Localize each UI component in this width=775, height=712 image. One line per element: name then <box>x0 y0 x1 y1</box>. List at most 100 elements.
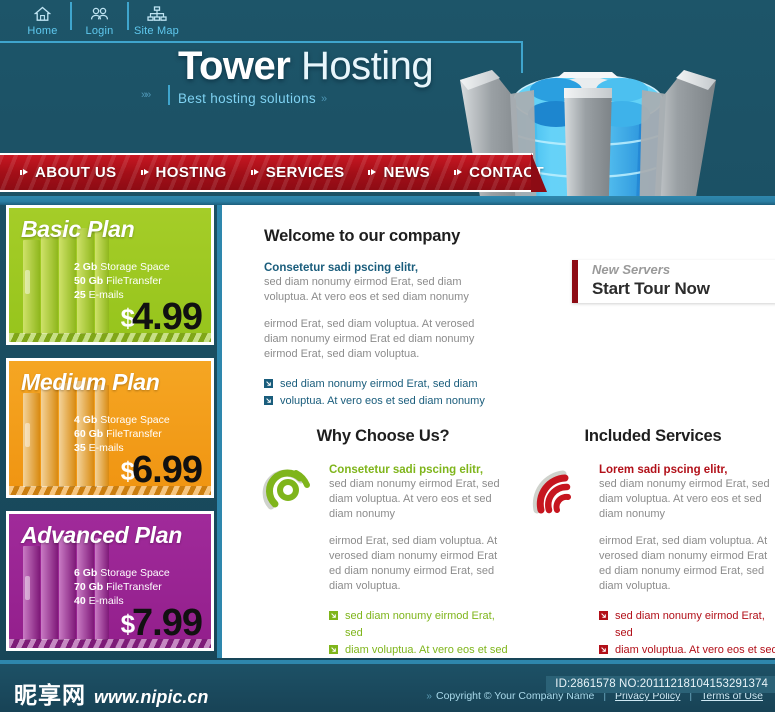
nav-item-label: NEWS <box>383 164 431 181</box>
site-watermark: 昵享网 www.nipic.cn <box>14 676 208 710</box>
why-title: Why Choose Us? <box>316 427 450 445</box>
why-choose-us-section: Why Choose Us? Consetetur sadi pscing el… <box>257 427 509 659</box>
list-item[interactable]: sed diam nonumy eirmod Erat, sed <box>599 608 775 642</box>
nav-arrow-icon <box>454 169 463 176</box>
plan-spec-storage: 2 Gb Storage Space <box>74 261 170 273</box>
plan-price: $7.99 <box>121 602 203 644</box>
plan-card-advanced[interactable]: Advanced Plan 6 Gb Storage Space 70 Gb F… <box>6 511 214 651</box>
plan-title: Advanced Plan <box>21 522 182 548</box>
brand-chevron-right: » <box>320 92 327 105</box>
list-item[interactable]: voluptua. At vero eos et sed diam nonumy <box>264 393 486 410</box>
welcome-title: Welcome to our company <box>264 227 461 245</box>
plan-title: Basic Plan <box>21 216 135 242</box>
topnav-item-home[interactable]: Home <box>14 0 71 37</box>
plan-price-value: 6.99 <box>132 449 203 491</box>
list-item-label: diam voluptua. At vero eos et sed <box>345 644 508 656</box>
plan-spec-transfer: 60 Gb FileTransfer <box>74 428 162 440</box>
list-item[interactable]: sed diam nonumy eirmod Erat, sed <box>329 608 509 642</box>
watermark-cn-label: 昵享网 <box>14 683 86 709</box>
list-item-label: diam voluptua. At vero eos et sed <box>615 644 775 656</box>
services-title: Included Services <box>584 427 722 445</box>
services-lead-heading: Lorem sadi pscing elitr, <box>599 464 728 476</box>
content-area: Welcome to our company Consetetur sadi p… <box>222 205 775 658</box>
plan-card-medium[interactable]: Medium Plan 4 Gb Storage Space 60 Gb Fil… <box>6 358 214 498</box>
utility-nav: Home Login Site Map <box>0 0 775 42</box>
swirl-icon <box>257 466 319 516</box>
welcome-paragraph-2: eirmod Erat, sed diam voluptua. At veros… <box>264 318 475 360</box>
brand-block: Tower Hosting »» Best hosting solutions … <box>141 43 508 106</box>
plan-card-basic[interactable]: Basic Plan 2 Gb Storage Space 50 Gb File… <box>6 205 214 345</box>
list-item[interactable]: diam voluptua. At vero eos et sed <box>599 642 775 659</box>
arrow-square-icon <box>329 645 338 654</box>
included-services-section: Included Services Lorem sadi pscing elit… <box>527 427 775 659</box>
arrow-square-icon <box>264 379 273 388</box>
nav-item-news[interactable]: NEWS <box>368 164 430 181</box>
list-item-label: sed diam nonumy eirmod Erat, sed <box>345 610 495 639</box>
list-item[interactable]: sed diam nonumy eirmod Erat, sed diam <box>264 376 486 393</box>
main-navigation: ABOUT US HOSTING SERVICES NEWS CONTACT <box>0 153 547 192</box>
footer-chevron-icon: » <box>426 690 431 702</box>
nav-item-hosting[interactable]: HOSTING <box>140 164 227 181</box>
nav-item-label: SERVICES <box>265 164 345 181</box>
list-item-label: sed diam nonumy eirmod Erat, sed diam <box>280 378 478 390</box>
site-title-secondary: Hosting <box>300 44 434 88</box>
id-badge: ID:2861578 NO:20111218104153291374 <box>546 676 775 693</box>
topnav-label: Home <box>27 25 58 37</box>
home-icon <box>14 6 71 23</box>
page-root: Home Login Site Map Tower Hosting »» Bes… <box>0 0 775 712</box>
services-bullet-list: sed diam nonumy eirmod Erat, sed diam vo… <box>599 608 775 659</box>
why-lead-heading: Consetetur sadi pscing elitr, <box>329 464 484 476</box>
tour-kicker: New Servers <box>592 262 671 277</box>
welcome-lead-heading: Consetetur sadi pscing elitr, <box>264 262 419 274</box>
arrow-square-icon <box>264 396 273 405</box>
nav-item-about-us[interactable]: ABOUT US <box>20 164 117 181</box>
nav-item-label: CONTACT <box>469 164 545 181</box>
plan-title: Medium Plan <box>21 369 160 395</box>
brand-divider <box>168 85 170 105</box>
nav-item-label: HOSTING <box>155 164 227 181</box>
nav-item-contact[interactable]: CONTACT <box>454 164 544 181</box>
nav-item-services[interactable]: SERVICES <box>250 164 345 181</box>
topnav-item-login[interactable]: Login <box>70 0 128 37</box>
topnav-label: Login <box>85 25 114 37</box>
nav-arrow-icon <box>20 169 29 176</box>
signal-waves-icon <box>527 466 589 516</box>
plan-price-value: 4.99 <box>132 296 203 338</box>
nav-underbar <box>0 196 775 205</box>
list-item-label: voluptua. At vero eos et sed diam nonumy <box>280 395 485 407</box>
nav-arrow-icon <box>140 169 150 176</box>
list-item-label: sed diam nonumy eirmod Erat, sed <box>615 610 765 639</box>
topnav-item-sitemap[interactable]: Site Map <box>127 0 185 37</box>
services-paragraph-2: eirmod Erat, sed diam voluptua. At veros… <box>599 535 768 592</box>
list-item[interactable]: diam voluptua. At vero eos et sed <box>329 642 509 659</box>
welcome-bullet-list: sed diam nonumy eirmod Erat, sed diam vo… <box>264 376 486 410</box>
plan-spec-transfer: 50 Gb FileTransfer <box>74 275 162 287</box>
topnav-label: Site Map <box>133 25 179 37</box>
utility-nav-vertical-rule <box>521 41 523 73</box>
plan-spec-storage: 6 Gb Storage Space <box>74 567 170 579</box>
why-lead-body: sed diam nonumy eirmod Erat, sed diam vo… <box>329 478 500 520</box>
nav-item-label: ABOUT US <box>35 164 117 181</box>
why-paragraph-2: eirmod Erat, sed diam voluptua. At veros… <box>329 535 498 592</box>
nav-arrow-icon <box>250 169 260 176</box>
sitemap-icon <box>128 6 185 23</box>
brand-tagline: Best hosting solutions <box>178 91 316 106</box>
start-tour-callout[interactable]: New Servers Start Tour Now <box>572 260 775 303</box>
plan-price-value: 7.99 <box>132 602 203 644</box>
watermark-url-label: www.nipic.cn <box>94 687 209 707</box>
why-bullet-list: sed diam nonumy eirmod Erat, sed diam vo… <box>329 608 509 659</box>
tour-action-label: Start Tour Now <box>592 279 710 298</box>
services-lead-body: sed diam nonumy eirmod Erat, sed diam vo… <box>599 478 770 520</box>
plan-price: $6.99 <box>121 449 203 491</box>
plan-price: $4.99 <box>121 296 203 338</box>
nav-arrow-icon <box>368 169 377 176</box>
site-title-primary: Tower <box>178 44 291 88</box>
arrow-square-icon <box>599 611 608 620</box>
site-title: Tower Hosting <box>178 43 508 89</box>
arrow-square-icon <box>329 611 338 620</box>
plan-spec-transfer: 70 Gb FileTransfer <box>74 581 162 593</box>
welcome-lead-body: sed diam nonumy eirmod Erat, sed diam vo… <box>264 276 469 303</box>
users-icon <box>71 6 128 23</box>
plans-sidebar: Basic Plan 2 Gb Storage Space 50 Gb File… <box>6 205 214 664</box>
welcome-section: Welcome to our company Consetetur sadi p… <box>264 227 486 410</box>
